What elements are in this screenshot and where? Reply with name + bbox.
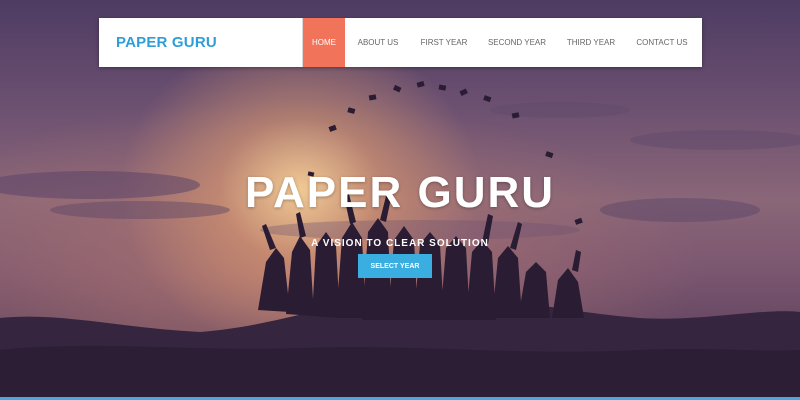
nav-second-year[interactable]: SECOND YEAR bbox=[477, 18, 557, 67]
nav-third-year[interactable]: THIRD YEAR bbox=[557, 18, 625, 67]
hero-title: PAPER GURU bbox=[244, 168, 556, 217]
hero-section: PAPER GURU HOME ABOUT US FIRST YEAR SECO… bbox=[0, 0, 800, 400]
hero-subtitle: A VISION TO CLEAR SOLUTION bbox=[311, 238, 489, 249]
nav-about-us[interactable]: ABOUT US bbox=[345, 18, 411, 67]
nav-first-year[interactable]: FIRST YEAR bbox=[411, 18, 477, 67]
brand-logo[interactable]: PAPER GURU bbox=[99, 18, 302, 67]
nav-home[interactable]: HOME bbox=[302, 18, 345, 67]
nav-links: HOME ABOUT US FIRST YEAR SECOND YEAR THI… bbox=[302, 18, 702, 67]
main-navbar: PAPER GURU HOME ABOUT US FIRST YEAR SECO… bbox=[99, 18, 702, 67]
select-year-button[interactable]: SELECT YEAR bbox=[358, 254, 432, 278]
nav-contact-us[interactable]: CONTACT US bbox=[625, 18, 699, 67]
